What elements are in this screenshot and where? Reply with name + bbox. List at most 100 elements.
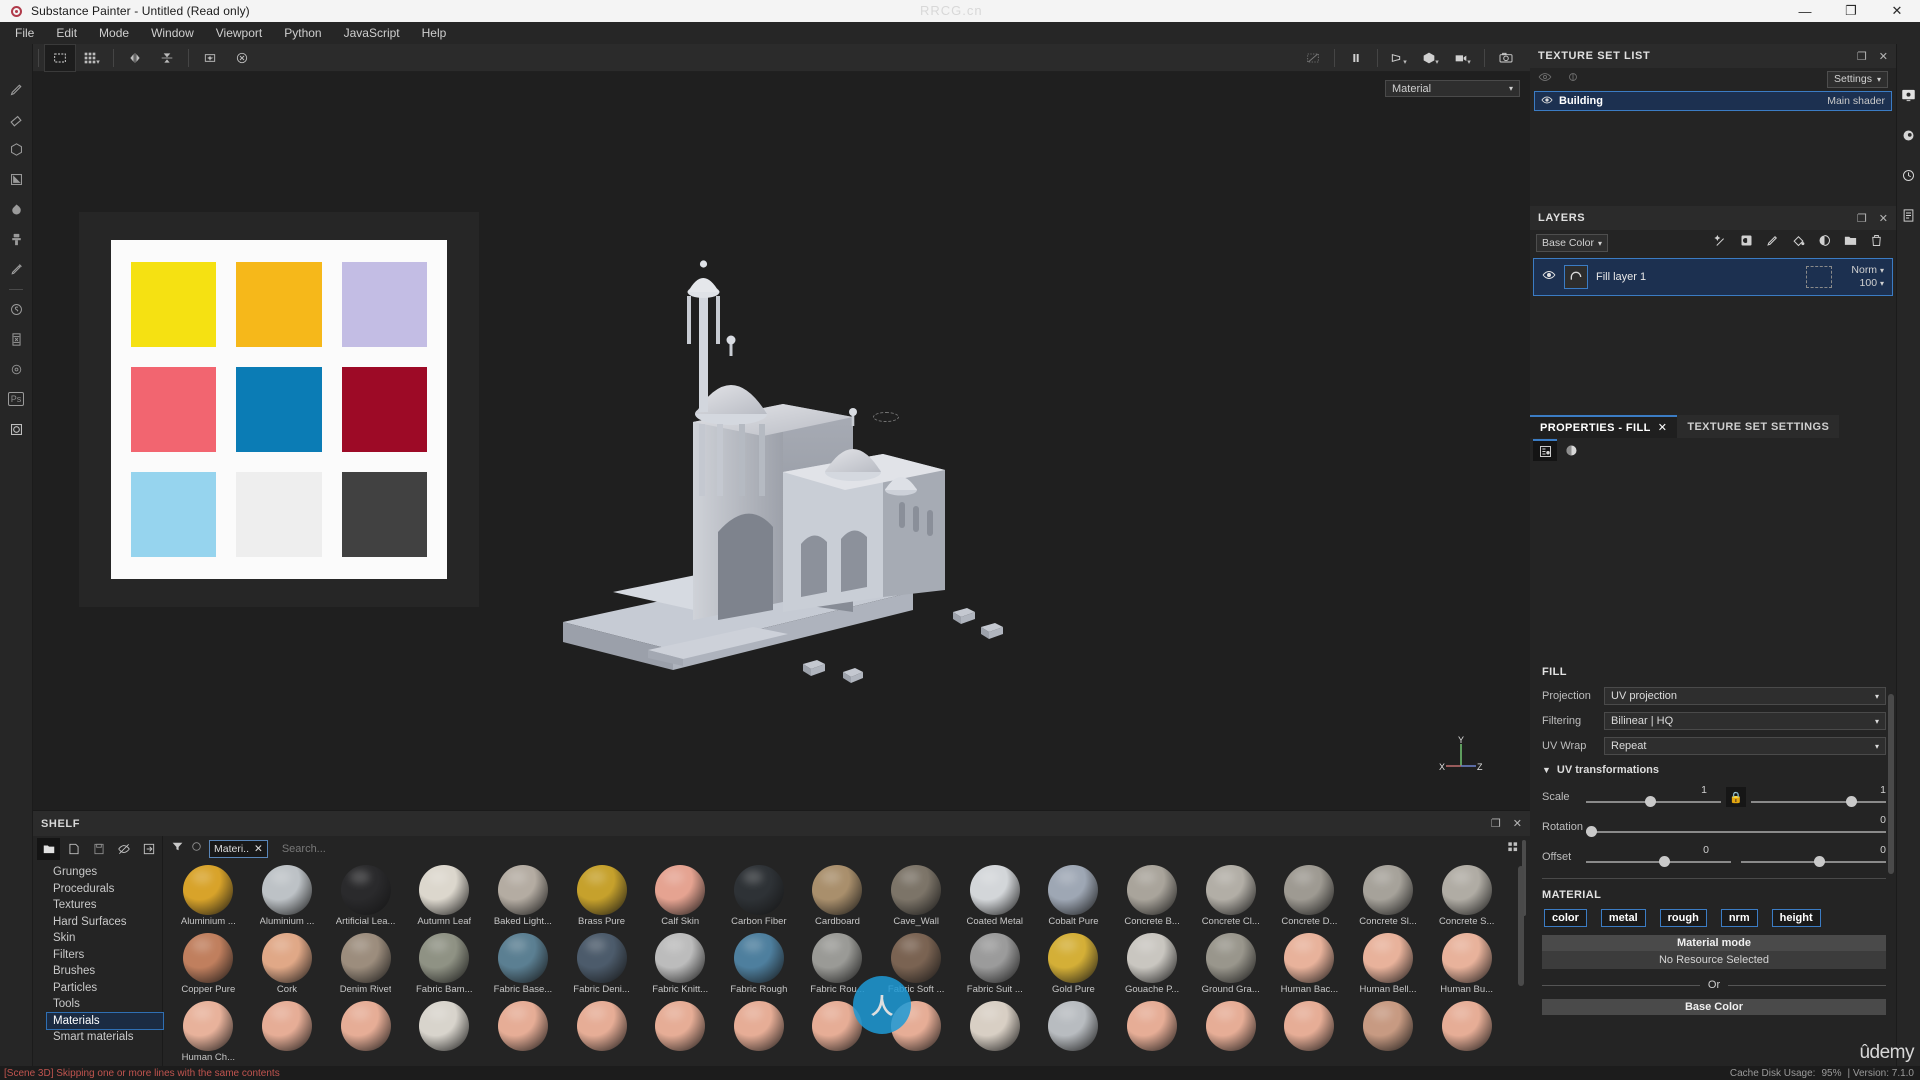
- uv-tiles-button[interactable]: ▾: [77, 45, 107, 71]
- snapshot-button[interactable]: [195, 45, 225, 71]
- tab-properties-fill[interactable]: PROPERTIES - FILL ✕: [1530, 415, 1678, 438]
- tsl-float-icon[interactable]: ❐: [1857, 50, 1867, 63]
- shelf-category-procedurals[interactable]: Procedurals: [53, 881, 162, 898]
- layer-blend-mode[interactable]: Norm: [1851, 264, 1877, 276]
- channel-button-rough[interactable]: rough: [1659, 909, 1707, 927]
- shelf-material-item[interactable]: Human Ch...: [169, 998, 248, 1066]
- close-button[interactable]: ✕: [1874, 0, 1920, 22]
- shelf-material-item[interactable]: [1270, 998, 1349, 1066]
- symmetry-button[interactable]: [120, 45, 150, 71]
- menu-viewport[interactable]: Viewport: [205, 23, 273, 43]
- shelf-material-item[interactable]: Cork: [248, 930, 327, 998]
- uv-wrap-select[interactable]: Repeat ▾: [1604, 737, 1886, 755]
- display-mode-button[interactable]: ▾: [1416, 45, 1446, 71]
- shelf-material-item[interactable]: Cardboard: [798, 862, 877, 930]
- smart-mask-icon[interactable]: [1739, 233, 1754, 253]
- layers-float-icon[interactable]: ❐: [1857, 212, 1867, 225]
- environment-settings-icon[interactable]: [1900, 126, 1918, 144]
- tsl-visibility-icon[interactable]: [1538, 70, 1552, 89]
- layer-name[interactable]: Fill layer 1: [1596, 271, 1646, 283]
- menu-edit[interactable]: Edit: [45, 23, 88, 43]
- channel-button-height[interactable]: height: [1771, 909, 1821, 927]
- menu-window[interactable]: Window: [140, 23, 205, 43]
- filtering-select[interactable]: Bilinear | HQ ▾: [1604, 712, 1886, 730]
- shelf-material-item[interactable]: Concrete Cl...: [1191, 862, 1270, 930]
- shelf-material-item[interactable]: [1034, 998, 1113, 1066]
- shelf-category-grunges[interactable]: Grunges: [53, 864, 162, 881]
- menu-javascript[interactable]: JavaScript: [333, 23, 411, 43]
- shelf-material-item[interactable]: Calf Skin: [641, 862, 720, 930]
- subtab-parameters[interactable]: [1533, 439, 1557, 461]
- shelf-material-item[interactable]: Gold Pure: [1034, 930, 1113, 998]
- shelf-material-item[interactable]: Artificial Lea...: [326, 862, 405, 930]
- scale-v-slider[interactable]: 1: [1751, 784, 1886, 810]
- substance-link-icon[interactable]: [3, 414, 29, 444]
- rotation-slider[interactable]: 0: [1586, 814, 1886, 840]
- shelf-material-item[interactable]: [1349, 998, 1428, 1066]
- shelf-material-item[interactable]: Aluminium ...: [248, 862, 327, 930]
- minimize-button[interactable]: —: [1782, 0, 1828, 22]
- grid-view-toggle[interactable]: [1506, 840, 1530, 859]
- texture-set-settings-button[interactable]: Settings ▾: [1827, 70, 1888, 88]
- layers-close-icon[interactable]: ✕: [1879, 212, 1888, 225]
- shelf-material-item[interactable]: Human Bell...: [1349, 930, 1428, 998]
- layer-mask-slot[interactable]: [1806, 266, 1832, 288]
- shelf-material-item[interactable]: Fabric Rough: [720, 930, 799, 998]
- shelf-material-item[interactable]: Fabric Rou...: [798, 930, 877, 998]
- hide-shader-toggle[interactable]: [1298, 45, 1328, 71]
- settings-tool[interactable]: [3, 354, 29, 384]
- tab-texture-set-settings[interactable]: TEXTURE SET SETTINGS: [1677, 415, 1840, 438]
- shelf-filter-chip[interactable]: Materi.. ✕: [209, 840, 268, 858]
- render-mode-button[interactable]: ▾: [1448, 45, 1478, 71]
- filter-icon[interactable]: [171, 840, 184, 858]
- shelf-material-item[interactable]: [1113, 998, 1192, 1066]
- tsl-solo-icon[interactable]: [1566, 70, 1580, 89]
- texture-set-row[interactable]: Building Main shader: [1534, 91, 1892, 111]
- viewport-material-dropdown[interactable]: Material ▾: [1385, 80, 1520, 97]
- shelf-material-item[interactable]: [1191, 998, 1270, 1066]
- menu-python[interactable]: Python: [273, 23, 332, 43]
- material-picker-tool[interactable]: [3, 254, 29, 284]
- shelf-material-item[interactable]: Concrete B...: [1113, 862, 1192, 930]
- shelf-material-item[interactable]: [955, 998, 1034, 1066]
- magic-wand-icon[interactable]: [1713, 233, 1728, 253]
- model-mesh[interactable]: [553, 172, 1173, 732]
- folder-icon[interactable]: [1843, 233, 1858, 253]
- baking-tool[interactable]: [3, 324, 29, 354]
- shelf-material-item[interactable]: Aluminium ...: [169, 862, 248, 930]
- shelf-material-item[interactable]: Cobalt Pure: [1034, 862, 1113, 930]
- shelf-new-icon[interactable]: [62, 838, 85, 860]
- properties-scrollbar[interactable]: [1888, 694, 1894, 874]
- filter-chip-close-icon[interactable]: ✕: [254, 843, 263, 855]
- shelf-material-item[interactable]: [484, 998, 563, 1066]
- menu-mode[interactable]: Mode: [88, 23, 140, 43]
- shelf-scrollbar[interactable]: [1518, 866, 1524, 986]
- shelf-float-icon[interactable]: ❐: [1491, 817, 1501, 830]
- channel-button-metal[interactable]: metal: [1600, 909, 1646, 927]
- shelf-material-item[interactable]: Fabric Bam...: [405, 930, 484, 998]
- shelf-category-brushes[interactable]: Brushes: [53, 963, 162, 980]
- shelf-material-item[interactable]: Cave_Wall: [877, 862, 956, 930]
- symmetry-tool[interactable]: [3, 294, 29, 324]
- projection-select[interactable]: UV projection ▾: [1604, 687, 1886, 705]
- offset-v-slider[interactable]: 0: [1741, 844, 1886, 870]
- shelf-material-item[interactable]: Brass Pure: [562, 862, 641, 930]
- selection-mode-button[interactable]: [44, 43, 76, 72]
- camera-view-button[interactable]: ▾: [1384, 45, 1414, 71]
- shelf-material-item[interactable]: Human Bac...: [1270, 930, 1349, 998]
- shelf-material-item[interactable]: Fabric Deni...: [562, 930, 641, 998]
- shelf-material-item[interactable]: Concrete D...: [1270, 862, 1349, 930]
- menu-file[interactable]: File: [4, 23, 45, 43]
- log-icon[interactable]: [1900, 206, 1918, 224]
- shelf-material-item[interactable]: [1427, 998, 1506, 1066]
- shelf-material-item[interactable]: [641, 998, 720, 1066]
- lock-icon[interactable]: 🔒: [1726, 787, 1746, 807]
- shelf-material-item[interactable]: Fabric Base...: [484, 930, 563, 998]
- shelf-material-item[interactable]: Denim Rivet: [326, 930, 405, 998]
- shelf-material-item[interactable]: Concrete Sl...: [1349, 862, 1428, 930]
- shelf-material-item[interactable]: Fabric Soft ...: [877, 930, 956, 998]
- uv-transformations-header[interactable]: ▼ UV transformations: [1542, 764, 1886, 776]
- shelf-material-item[interactable]: Copper Pure: [169, 930, 248, 998]
- shelf-category-textures[interactable]: Textures: [53, 897, 162, 914]
- shelf-material-item[interactable]: Human Bu...: [1427, 930, 1506, 998]
